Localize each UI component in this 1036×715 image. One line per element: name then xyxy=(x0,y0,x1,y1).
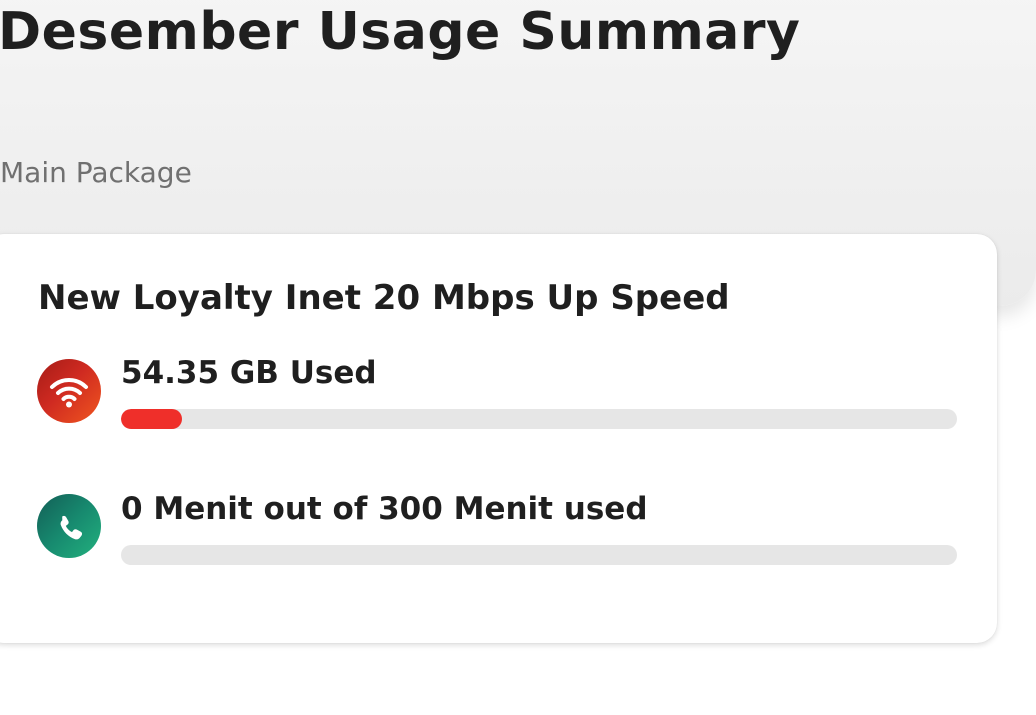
package-name: New Loyalty Inet 20 Mbps Up Speed xyxy=(38,278,730,318)
voice-usage-text: 0 Menit out of 300 Menit used xyxy=(121,491,648,527)
data-usage-progress-fill xyxy=(121,409,183,429)
usage-summary-screen: Desember Usage Summary Main Package New … xyxy=(0,0,1036,715)
phone-icon xyxy=(37,494,101,558)
voice-usage-progress-bar xyxy=(121,545,957,565)
page-title: Desember Usage Summary xyxy=(0,2,801,62)
data-usage-progress-bar xyxy=(121,409,957,429)
section-label: Main Package xyxy=(0,156,192,189)
data-usage-text: 54.35 GB Used xyxy=(121,355,377,391)
wifi-icon xyxy=(37,359,101,423)
